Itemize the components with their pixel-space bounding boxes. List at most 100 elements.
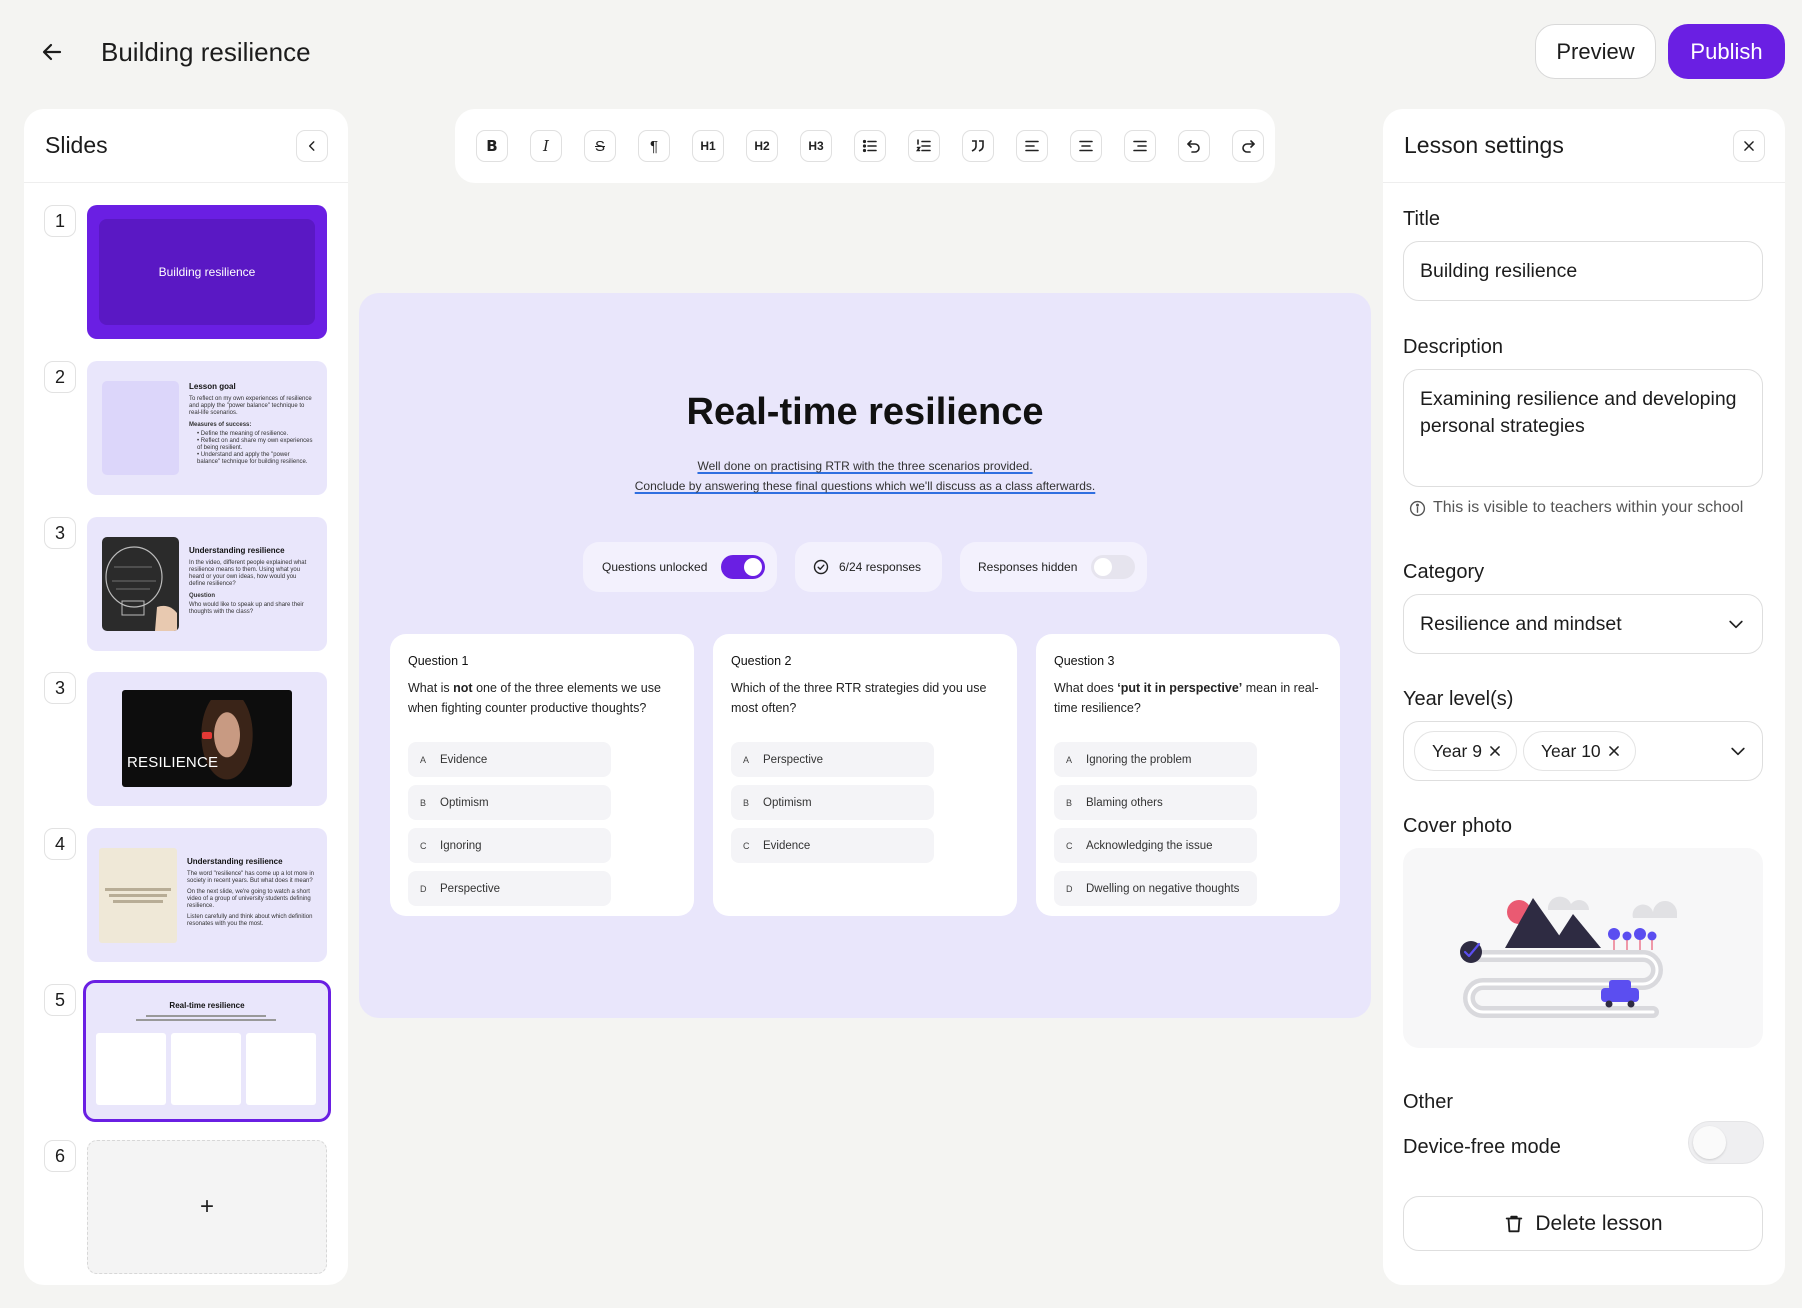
mini-question-card [246,1033,316,1105]
video-title: RESILIENCE [127,754,219,771]
close-settings-button[interactable] [1733,129,1765,162]
bold-button[interactable]: B [476,130,508,162]
answer-option[interactable]: D Perspective [408,871,611,906]
subtitle-text[interactable]: Well done on practising RTR with the thr… [697,459,1032,473]
slide-body: On the next slide, we're going to watch … [187,889,311,909]
chevron-left-icon [308,140,315,151]
slide-item-5[interactable]: 5 Real-time resilience [44,980,334,1122]
bullet-list-icon [862,139,877,153]
cover-photo[interactable] [1403,848,1763,1048]
slide-thumbnail[interactable]: Understanding resilience The word "resil… [87,828,327,962]
slide-number: 4 [44,828,76,860]
preview-button[interactable]: Preview [1535,24,1656,79]
questions-unlocked-pill: Questions unlocked [583,542,777,592]
resilience-chalkboard-image [102,537,179,631]
question-card-2[interactable]: Question 2 Which of the three RTR strate… [713,634,1017,916]
quote-button[interactable] [962,130,994,162]
slide-title[interactable]: Real-time resilience [359,391,1371,434]
responses-count-pill[interactable]: 6/24 responses [795,542,942,592]
slide-bullet: Define the meaning of resilience. [200,431,289,437]
title-input-value: Building resilience [1420,259,1578,282]
slide-body: In the video, different people explained… [189,560,307,587]
other-label: Other [1403,1091,1454,1113]
slide-title: Lesson goal [189,382,236,391]
slide-thumbnail[interactable]: Lesson goal To reflect on my own experie… [87,361,327,495]
remove-chip-icon[interactable] [1607,744,1621,758]
heading-1-button[interactable]: H1 [692,130,724,162]
arrow-left-icon [42,43,62,61]
lesson-settings-panel: Lesson settings Title Building resilienc… [1383,109,1785,1285]
delete-lesson-button[interactable]: Delete lesson [1403,1196,1763,1251]
responses-hidden-toggle[interactable] [1091,555,1136,579]
description-label: Description [1403,336,1504,358]
slide-subtitle-line-2[interactable]: Conclude by answering these final questi… [359,479,1371,493]
mini-question-card [96,1033,166,1105]
question-text: What does ‘put it in perspective’ mean i… [1054,681,1319,715]
title-label: Title [1403,208,1441,230]
back-button[interactable] [34,34,70,70]
paragraph-icon: ¶ [649,137,659,155]
question-text: Which of the three RTR strategies did yo… [731,681,987,715]
numbered-list-button[interactable] [908,130,940,162]
slide-item-1[interactable]: 1 Building resilience [44,205,334,339]
publish-button[interactable]: Publish [1668,24,1785,79]
quote-paper-image [99,848,177,943]
paragraph-button[interactable]: ¶ [638,130,670,162]
strikethrough-button[interactable]: S [584,130,616,162]
year-chip[interactable]: Year 9 [1414,731,1517,771]
chevron-down-icon [1731,747,1745,756]
answer-option[interactable]: C Acknowledging the issue [1054,828,1257,863]
heading-3-button[interactable]: H3 [800,130,832,162]
answer-option[interactable]: B Optimism [731,785,934,820]
year-levels-label: Year level(s) [1403,688,1514,710]
slide-item-2[interactable]: 2 Lesson goal To reflect on my own exper… [44,361,334,495]
slide-subtitle-line-1[interactable]: Well done on practising RTR with the thr… [359,459,1371,473]
align-right-button[interactable] [1124,130,1156,162]
align-left-button[interactable] [1016,130,1048,162]
category-select[interactable]: Resilience and mindset [1403,594,1763,654]
description-textarea[interactable]: Examining resilience and developing pers… [1403,369,1763,487]
align-center-button[interactable] [1070,130,1102,162]
bullet-list-button[interactable] [854,130,886,162]
slide-thumbnail-selected[interactable]: Real-time resilience [83,980,331,1122]
slide-thumbnail[interactable]: RESILIENCE [87,672,327,806]
answer-option[interactable]: B Optimism [408,785,611,820]
heading-2-button[interactable]: H2 [746,130,778,162]
slide-canvas[interactable]: Real-time resilience Well done on practi… [359,293,1371,1018]
slide-thumbnail[interactable]: Understanding resilience In the video, d… [87,517,327,651]
remove-chip-icon[interactable] [1488,744,1502,758]
responses-hidden-pill: Responses hidden [960,542,1147,592]
redo-button[interactable] [1232,130,1264,162]
slide-item-6[interactable]: 6 + [44,1140,334,1274]
bold-icon: B [486,137,498,155]
answer-option[interactable]: B Blaming others [1054,785,1257,820]
question-card-1[interactable]: Question 1 What is not one of the three … [390,634,694,916]
questions-unlocked-toggle[interactable] [721,555,766,579]
align-center-icon [1079,140,1093,152]
answer-option[interactable]: A Perspective [731,742,934,777]
video-thumbnail[interactable]: RESILIENCE [122,690,292,787]
answer-option[interactable]: D Dwelling on negative thoughts [1054,871,1257,906]
slide-body: Listen carefully and think about which d… [187,914,313,927]
slide-thumbnail[interactable]: Building resilience [87,205,327,339]
collapse-panel-button[interactable] [296,129,328,162]
italic-button[interactable]: I [530,130,562,162]
answer-option[interactable]: A Ignoring the problem [1054,742,1257,777]
slide-item-4[interactable]: 4 Understanding resilience The word "res… [44,828,334,962]
description-value: Examining resilience and developing pers… [1420,388,1737,437]
question-card-3[interactable]: Question 3 What does ‘put it in perspect… [1036,634,1340,916]
subtitle-text[interactable]: Conclude by answering these final questi… [635,479,1096,493]
year-chip[interactable]: Year 10 [1522,731,1636,771]
year-levels-select[interactable]: Year 9 Year 10 [1403,721,1763,781]
slide-item-video[interactable]: 3 RESILIENCE [44,672,334,806]
answer-option[interactable]: A Evidence [408,742,611,777]
answer-option[interactable]: C Evidence [731,828,934,863]
title-input[interactable]: Building resilience [1403,241,1763,301]
slide-item-3[interactable]: 3 Understanding resilience In the video,… [44,517,334,651]
play-icon[interactable] [202,732,212,739]
add-slide-button[interactable]: + [87,1140,327,1274]
check-circle-icon [813,559,829,575]
undo-button[interactable] [1178,130,1210,162]
device-free-toggle[interactable] [1688,1121,1764,1164]
answer-option[interactable]: C Ignoring [408,828,611,863]
